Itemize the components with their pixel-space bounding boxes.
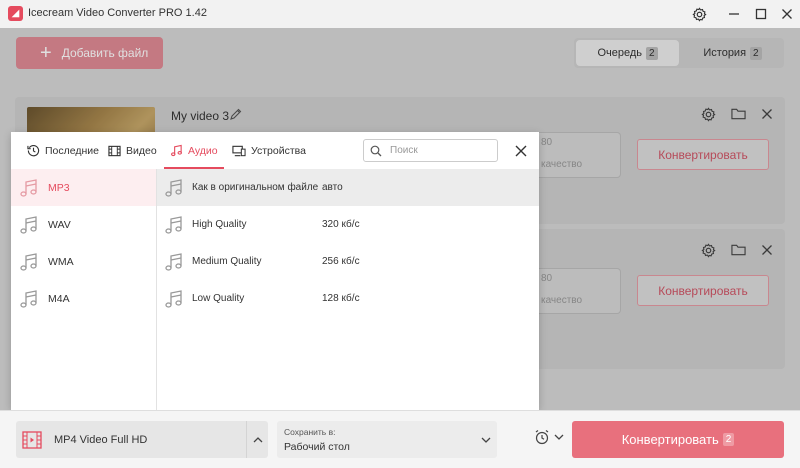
format-item-m4a[interactable]: M4A xyxy=(11,280,156,317)
convert-count-badge: 2 xyxy=(722,433,735,446)
save-to-value: Рабочий стол xyxy=(284,441,350,453)
audio-format-list: MP3 WAV WMA M4A xyxy=(11,169,157,410)
save-to-label: Сохранить в: xyxy=(284,427,336,437)
convert-all-label: Конвертировать xyxy=(621,432,719,447)
tab-video[interactable]: Видео xyxy=(108,132,157,169)
format-label: WAV xyxy=(48,218,71,231)
bottom-bar: MP4 Video Full HD Сохранить в: Рабочий с… xyxy=(0,410,800,468)
quality-bitrate: 256 кб/с xyxy=(322,256,360,267)
music-note-icon xyxy=(164,252,184,272)
devices-icon xyxy=(232,145,246,157)
tab-devices-label: Устройства xyxy=(251,144,306,157)
tab-recent-label: Последние xyxy=(45,144,100,157)
format-search-field[interactable] xyxy=(363,139,498,162)
tab-video-label: Видео xyxy=(126,144,157,157)
music-note-icon xyxy=(19,252,39,272)
quality-name: Medium Quality xyxy=(192,256,262,267)
minimize-button[interactable] xyxy=(723,4,745,24)
window-title: Icecream Video Converter PRO 1.42 xyxy=(28,7,207,19)
quality-item-original[interactable]: Как в оригинальном файле авто xyxy=(157,169,539,206)
music-note-icon xyxy=(164,215,184,235)
schedule-button[interactable] xyxy=(534,429,564,445)
tab-devices[interactable]: Устройства xyxy=(232,132,306,169)
quality-name: Low Quality xyxy=(192,293,245,304)
format-label: M4A xyxy=(48,292,70,305)
alarm-clock-icon xyxy=(535,430,549,445)
close-popup-button[interactable] xyxy=(511,141,531,161)
maximize-icon xyxy=(755,8,767,20)
quality-name: High Quality xyxy=(192,219,247,230)
tab-recent[interactable]: Последние xyxy=(27,132,99,169)
format-item-wma[interactable]: WMA xyxy=(11,243,156,280)
settings-button[interactable] xyxy=(688,4,710,24)
save-location-selector[interactable]: Сохранить в: Рабочий стол xyxy=(277,421,497,458)
search-input[interactable] xyxy=(390,145,485,156)
music-note-icon xyxy=(19,289,39,309)
close-icon xyxy=(782,9,792,19)
format-label: MP3 xyxy=(48,181,70,194)
quality-item-high[interactable]: High Quality 320 кб/с xyxy=(157,206,539,243)
music-note-icon xyxy=(164,178,184,198)
chevron-up-icon[interactable] xyxy=(246,421,268,458)
quality-item-low[interactable]: Low Quality 128 кб/с xyxy=(157,280,539,317)
close-window-button[interactable] xyxy=(776,4,798,24)
music-note-icon xyxy=(19,178,39,198)
format-category-tabs: Последние Видео Аудио Устройства xyxy=(11,132,539,169)
close-icon xyxy=(515,145,527,157)
tab-audio[interactable]: Аудио xyxy=(164,132,224,169)
tab-audio-label: Аудио xyxy=(188,144,218,157)
preset-label: MP4 Video Full HD xyxy=(54,433,148,446)
music-note-icon xyxy=(164,289,184,309)
clock-history-icon xyxy=(27,144,40,157)
format-item-mp3[interactable]: MP3 xyxy=(11,169,156,206)
quality-bitrate: 320 кб/с xyxy=(322,219,360,230)
format-picker-popup: Последние Видео Аудио Устройства MP3 xyxy=(11,132,539,410)
format-item-wav[interactable]: WAV xyxy=(11,206,156,243)
output-preset-selector[interactable]: MP4 Video Full HD xyxy=(16,421,268,458)
chevron-down-icon xyxy=(554,434,564,440)
film-icon xyxy=(22,430,42,449)
music-note-icon xyxy=(170,144,183,157)
quality-bitrate: 128 кб/с xyxy=(322,293,360,304)
maximize-button[interactable] xyxy=(750,4,772,24)
app-logo-icon: ◢ xyxy=(8,6,23,21)
convert-all-button[interactable]: Конвертировать 2 xyxy=(572,421,784,458)
title-bar: ◢ Icecream Video Converter PRO 1.42 xyxy=(0,0,800,28)
chevron-down-icon[interactable] xyxy=(475,421,497,458)
gear-icon xyxy=(691,6,707,22)
quality-name: Как в оригинальном файле xyxy=(192,182,319,193)
quality-bitrate: авто xyxy=(322,182,343,193)
film-icon xyxy=(108,145,121,157)
format-label: WMA xyxy=(48,255,74,268)
quality-preset-list: Как в оригинальном файле авто High Quali… xyxy=(157,169,539,410)
quality-item-medium[interactable]: Medium Quality 256 кб/с xyxy=(157,243,539,280)
search-icon xyxy=(370,145,382,157)
music-note-icon xyxy=(19,215,39,235)
minimize-icon xyxy=(729,13,739,15)
